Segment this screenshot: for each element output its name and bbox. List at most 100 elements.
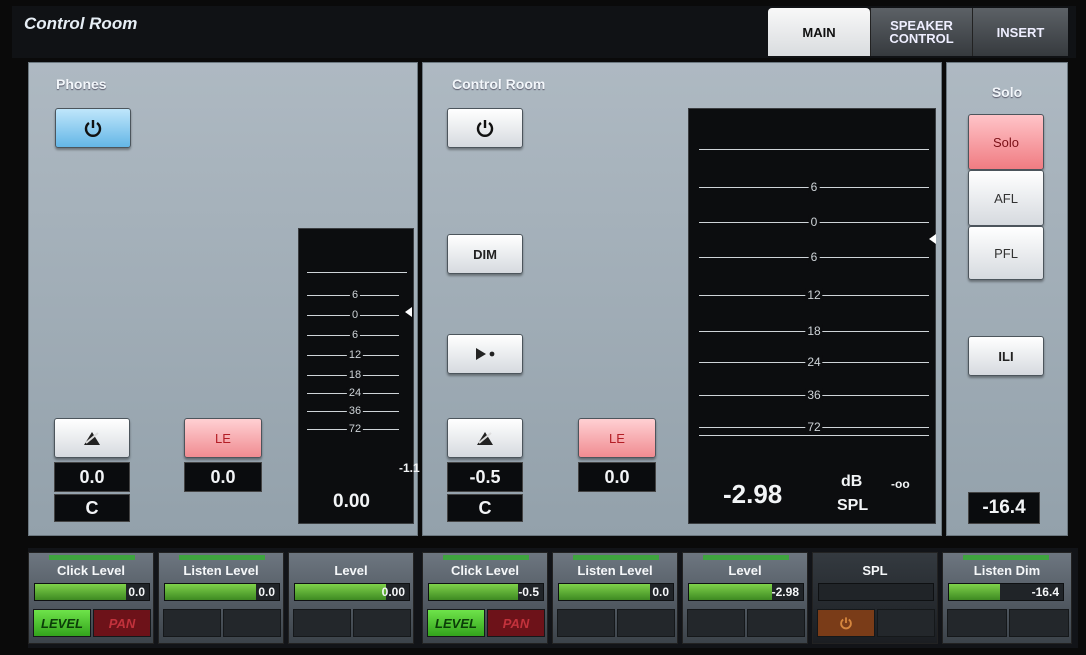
cell-spl[interactable]: SPL [812,552,938,644]
spl-label: SPL [837,497,869,514]
level-bar[interactable]: -16.4 [948,583,1064,601]
control-room-le-button[interactable]: LE [578,418,656,458]
phones-le-value[interactable]: 0.0 [184,462,262,492]
phones-meter-value: 0.00 [333,491,370,512]
level-mode-button[interactable]: LEVEL [33,609,91,637]
level-bar-value: -2.98 [771,585,799,599]
empty-slot [353,609,411,637]
empty-slot [687,609,745,637]
solo-dim-value[interactable]: -16.4 [968,492,1040,524]
phones-pan-value[interactable]: C [54,494,130,522]
level-bar[interactable]: 0.0 [34,583,150,601]
level-bar[interactable]: -2.98 [688,583,804,601]
control-room-power-button[interactable] [447,108,523,148]
solo-label: Solo [991,84,1023,100]
meter-tick-label: 0 [349,309,361,321]
play-dot-icon [476,348,495,360]
cell-listen-level-cr[interactable]: Listen Level 0.0 [552,552,678,644]
tab-insert[interactable]: INSERT [972,8,1068,56]
empty-slot [163,609,221,637]
phones-power-button[interactable] [55,108,131,148]
level-bar-value: -0.5 [518,585,539,599]
meter-tick-label: 36 [805,388,823,402]
empty-slot [293,609,351,637]
app-title: Control Room [24,14,138,33]
level-bar[interactable]: -0.5 [428,583,544,601]
level-bar-value: 0.00 [381,585,405,599]
level-bar-fill [295,584,387,600]
phones-level-pointer[interactable] [405,307,412,317]
empty-slot [223,609,281,637]
talkback-button[interactable] [447,334,523,374]
level-bar-fill [559,584,651,600]
meter-tick-label: 72 [805,420,823,434]
dim-button[interactable]: DIM [447,234,523,274]
control-room-le-value[interactable]: 0.0 [578,462,656,492]
level-bar-value: 0.0 [258,585,275,599]
meter-tick-label: 24 [805,355,823,369]
cell-click-level-cr[interactable]: Click Level -0.5 LEVEL PAN [422,552,548,644]
pfl-button[interactable]: PFL [968,226,1044,280]
cell-title: Level [728,563,762,578]
meter-tick-label: 18 [805,324,823,338]
control-room-link-button[interactable] [447,418,523,458]
phones-le-button[interactable]: LE [184,418,262,458]
empty-slot [947,609,1007,637]
tab-main[interactable]: MAIN [768,8,870,56]
tab-speaker-control[interactable]: SPEAKER CONTROL [870,8,972,56]
cr-peak-value: -oo [891,477,910,491]
pan-mode-button[interactable]: PAN [93,609,151,637]
phones-link-button[interactable] [54,418,130,458]
meter-tick-label: 6 [349,329,361,341]
level-bar-fill [429,584,518,600]
meter-tick-label: 72 [346,423,364,435]
level-bar-fill [689,584,773,600]
level-bar-fill [165,584,257,600]
spl-value: -2.98 [723,479,783,509]
metronome-icon [84,432,100,445]
meter-tick-label: 12 [805,288,823,302]
metronome-icon [477,432,493,445]
cell-level-phones[interactable]: Level 0.00 [288,552,414,644]
cell-click-level-phones[interactable]: Click Level 0.0 LEVEL PAN [28,552,154,644]
control-room-pan-value[interactable]: C [447,494,523,522]
meter-tick-label: 6 [808,250,820,264]
empty-slot [1009,609,1069,637]
control-room-level-pointer[interactable] [929,234,936,244]
phones-level-value[interactable]: 0.0 [54,462,130,492]
ili-button[interactable]: ILI [968,336,1044,376]
cell-title: Listen Dim [973,563,1041,578]
phones-label: Phones [56,76,107,92]
meter-tick-label: 6 [349,289,361,301]
solo-button[interactable]: Solo [968,114,1044,170]
level-bar[interactable]: 0.00 [294,583,410,601]
empty-slot [557,609,615,637]
cell-level-cr[interactable]: Level -2.98 [682,552,808,644]
level-bar[interactable]: 0.0 [558,583,674,601]
power-icon [840,617,852,630]
level-bar [818,583,934,601]
level-bar-value: -16.4 [1031,585,1059,599]
afl-button[interactable]: AFL [968,170,1044,226]
power-icon [476,120,494,137]
phones-meter: 6 0 6 12 18 24 36 72 -1.1 0.00 [298,228,420,524]
cell-title: Click Level [451,563,519,578]
control-room-level-value[interactable]: -0.5 [447,462,523,492]
meter-tick-label: 24 [346,387,364,399]
power-icon [84,120,102,137]
cell-listen-dim[interactable]: Listen Dim -16.4 [942,552,1072,644]
control-room-label: Control Room [452,76,546,92]
meter-tick-label: 0 [808,215,820,229]
empty-slot [877,609,935,637]
spl-power-button[interactable] [817,609,875,637]
level-bar[interactable]: 0.0 [164,583,280,601]
phones-peak-value: -1.1 [399,461,420,475]
level-bar-value: 0.0 [128,585,145,599]
level-mode-button[interactable]: LEVEL [427,609,485,637]
pan-mode-button[interactable]: PAN [487,609,545,637]
empty-slot [617,609,675,637]
db-unit-label: dB [841,473,863,490]
cell-listen-level-phones[interactable]: Listen Level 0.0 [158,552,284,644]
meter-tick-label: 18 [346,369,364,381]
cell-title: Listen Level [577,563,653,578]
